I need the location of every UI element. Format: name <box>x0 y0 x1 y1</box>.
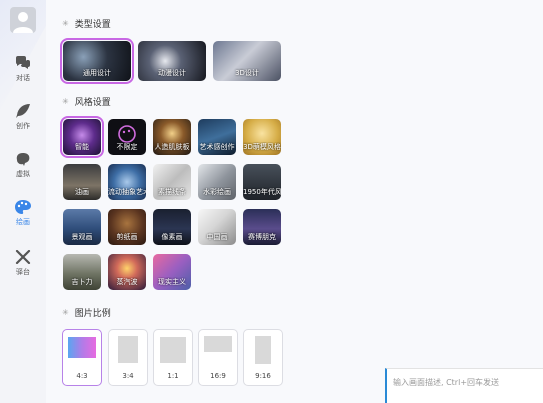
style-card-label: 素描线条 <box>158 188 186 196</box>
sidebar: 对话 创作 虚拟 绘画 驿台 <box>0 0 60 403</box>
style-card-label: 流动抽象艺术 <box>108 188 146 196</box>
style-card-label: 景观画 <box>71 233 93 241</box>
style-card[interactable]: 吉卜力 <box>63 254 101 290</box>
type-card-3d[interactable]: 3D设计 <box>213 41 281 81</box>
type-card-general[interactable]: 通用设计 <box>60 38 134 84</box>
style-card[interactable]: 流动抽象艺术 <box>108 164 146 200</box>
style-card-label: 剪纸画 <box>116 233 138 241</box>
ratio-option-9-16[interactable]: 9:16 <box>243 329 283 386</box>
main-content: ✳ 类型设置 通用设计 动漫设计 3D设计 ✳ 风格设置 智能 不限定 人造肌肤… <box>46 0 543 403</box>
style-card[interactable]: 蒸汽波 <box>108 254 146 290</box>
style-card[interactable]: 油画 <box>63 164 101 200</box>
sidebar-item-label: 对话 <box>16 74 30 82</box>
ratio-shape <box>204 336 232 352</box>
avatar[interactable] <box>10 7 36 33</box>
brain-icon <box>16 153 30 166</box>
style-card-label: 现实主义 <box>158 278 186 286</box>
type-card-label: 通用设计 <box>83 69 111 77</box>
ratio-shape <box>118 336 138 363</box>
ratio-label: 9:16 <box>255 372 271 380</box>
ratio-option-16-9[interactable]: 16:9 <box>198 329 238 386</box>
ratio-label: 16:9 <box>210 372 226 380</box>
style-card[interactable]: 艺术感创作 <box>198 119 236 155</box>
style-card[interactable]: 素描线条 <box>153 164 191 200</box>
prompt-input[interactable] <box>393 371 543 393</box>
ratio-shape <box>255 336 271 364</box>
style-card[interactable]: 剪纸画 <box>108 209 146 245</box>
style-card-label: 不限定 <box>116 143 138 151</box>
type-card-label: 3D设计 <box>235 69 259 77</box>
sidebar-item-label: 创作 <box>16 122 30 130</box>
section-title-type: ✳ 类型设置 <box>62 19 111 30</box>
sidebar-item-label: 驿台 <box>16 268 30 276</box>
sparkle-icon: ✳ <box>62 97 69 106</box>
ratio-option-1-1[interactable]: 1:1 <box>153 329 193 386</box>
sidebar-item-tools[interactable]: 驿台 <box>0 250 46 286</box>
ratio-label: 1:1 <box>167 372 179 380</box>
palette-icon <box>15 200 31 214</box>
type-card-label: 动漫设计 <box>158 69 186 77</box>
style-card[interactable]: 像素画 <box>153 209 191 245</box>
style-card[interactable]: 不限定 <box>108 119 146 155</box>
style-card-label: 人造肌肤板 <box>154 143 190 151</box>
sidebar-item-label: 绘画 <box>16 218 30 226</box>
style-card[interactable]: 人造肌肤板 <box>153 119 191 155</box>
user-icon <box>13 12 33 33</box>
ratio-option-4-3[interactable]: 4:3 <box>62 329 102 386</box>
style-card-label: 水彩绘画 <box>203 188 231 196</box>
style-card-label: 吉卜力 <box>71 278 93 286</box>
sparkle-icon: ✳ <box>62 19 69 28</box>
section-title-style: ✳ 风格设置 <box>62 97 111 108</box>
feather-icon <box>16 104 30 118</box>
section-title-ratio: ✳ 图片比例 <box>62 308 111 319</box>
sidebar-item-label: 虚拟 <box>16 170 30 178</box>
ratio-option-3-4[interactable]: 3:4 <box>108 329 148 386</box>
sidebar-item-chat[interactable]: 对话 <box>0 56 46 92</box>
chat-bubbles-icon <box>16 56 30 69</box>
style-card-label: 赛博朋克 <box>248 233 276 241</box>
style-card-label: 1950年代风格 <box>243 188 281 196</box>
style-card-label: 艺术感创作 <box>199 143 235 151</box>
style-card-label: 油画 <box>75 188 89 196</box>
style-card-label: 3D萌模风格 <box>243 143 281 151</box>
ratio-label: 3:4 <box>122 372 134 380</box>
ratio-label: 4:3 <box>76 372 88 380</box>
ratio-shape <box>68 337 96 358</box>
style-card-label: 中国画 <box>206 233 228 241</box>
ratio-shape <box>160 337 186 363</box>
prompt-input-container <box>385 368 543 403</box>
sidebar-item-create[interactable]: 创作 <box>0 104 46 140</box>
style-card[interactable]: 现实主义 <box>153 254 191 290</box>
style-card[interactable]: 赛博朋克 <box>243 209 281 245</box>
sidebar-item-paint[interactable]: 绘画 <box>0 200 46 236</box>
style-card[interactable]: 水彩绘画 <box>198 164 236 200</box>
type-card-anime[interactable]: 动漫设计 <box>138 41 206 81</box>
tools-icon <box>15 250 31 264</box>
style-card[interactable]: 3D萌模风格 <box>243 119 281 155</box>
sidebar-item-virtual[interactable]: 虚拟 <box>0 152 46 188</box>
style-card[interactable]: 中国画 <box>198 209 236 245</box>
style-card-label: 蒸汽波 <box>116 278 138 286</box>
style-card[interactable]: 景观画 <box>63 209 101 245</box>
style-card-label: 像素画 <box>161 233 183 241</box>
style-card[interactable]: 智能 <box>60 116 104 158</box>
style-card-label: 智能 <box>75 143 89 151</box>
sparkle-icon: ✳ <box>62 308 69 317</box>
style-card[interactable]: 1950年代风格 <box>243 164 281 200</box>
